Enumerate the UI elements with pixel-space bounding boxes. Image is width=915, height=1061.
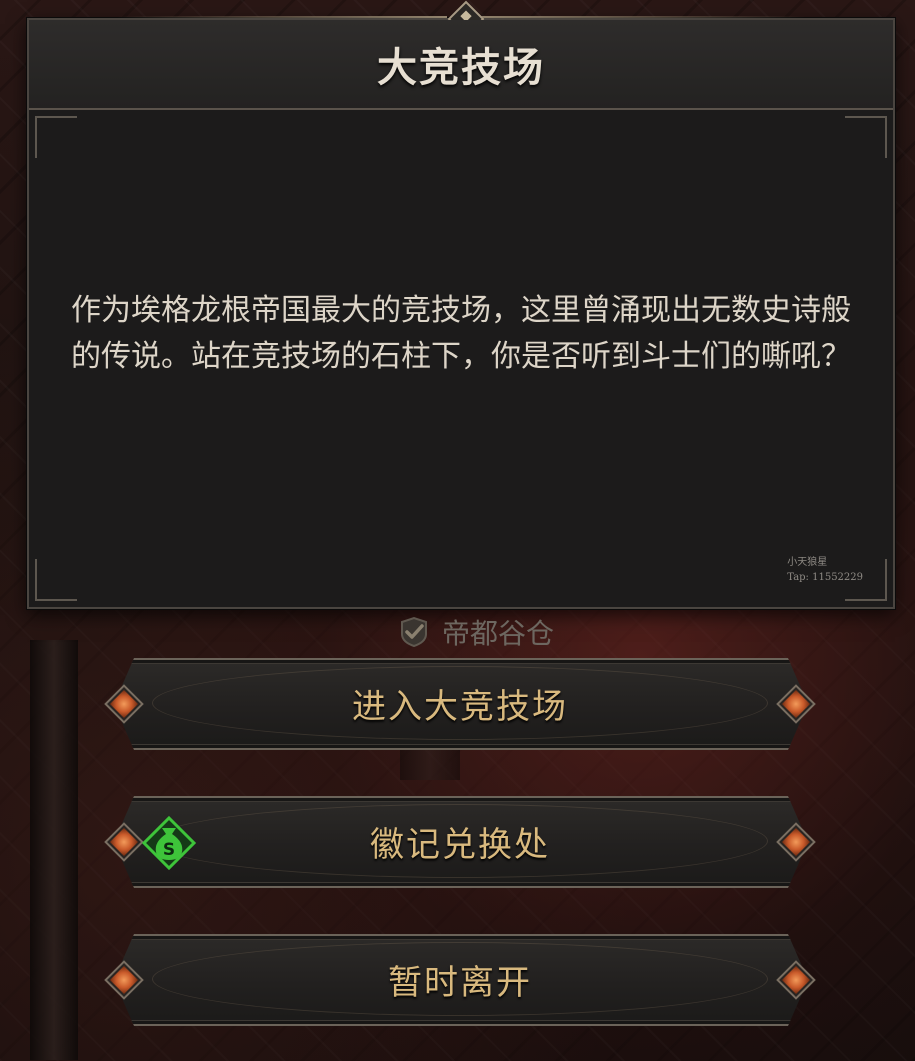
bg-pillar <box>30 640 78 1060</box>
title-ornament-line <box>475 16 805 18</box>
watermark-id: Tap: 11552229 <box>787 572 863 583</box>
dialog-panel: 大竞技场 作为埃格龙根帝国最大的竞技场，这里曾涌现出无数史诗般的传说。站在竞技场… <box>27 0 895 609</box>
corner-ornament <box>35 116 77 158</box>
enter-arena-button[interactable]: 进入大竞技场 <box>92 658 828 750</box>
watermark-author: 小天狼星 <box>787 557 828 568</box>
checkmark-shield-icon <box>401 616 427 648</box>
dialog-title: 大竞技场 <box>377 45 545 91</box>
badge-exchange-label: 徽记兑换处 <box>370 824 550 865</box>
location-label: 帝都谷仓 <box>442 617 555 650</box>
badge-exchange-button[interactable]: S 徽记兑换处 <box>92 796 828 888</box>
leave-button[interactable]: 暂时离开 <box>92 934 828 1026</box>
watermark: 小天狼星 Tap: 11552229 <box>787 555 863 585</box>
corner-ornament <box>35 559 77 601</box>
leave-label: 暂时离开 <box>388 962 532 1003</box>
dialog-header: 大竞技场 <box>29 20 893 110</box>
enter-arena-label: 进入大竞技场 <box>352 686 568 727</box>
corner-ornament <box>845 116 887 158</box>
location-indicator: 帝都谷仓 <box>398 612 554 652</box>
title-ornament-line <box>117 16 447 18</box>
dialog-description: 作为埃格龙根帝国最大的竞技场，这里曾涌现出无数史诗般的传说。站在竞技场的石柱下，… <box>71 293 851 374</box>
